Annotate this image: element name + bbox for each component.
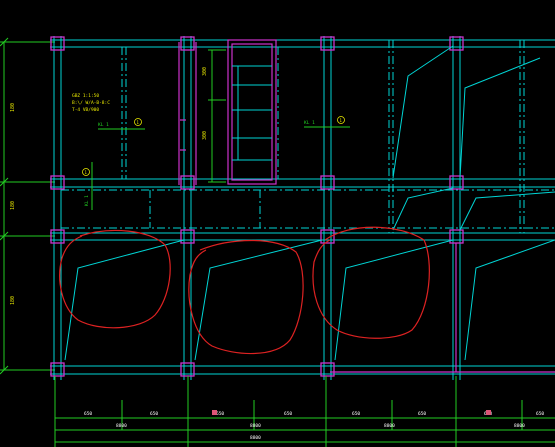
svg-text:650: 650 (216, 411, 224, 417)
column (50, 36, 65, 51)
svg-text:8800: 8800 (250, 423, 261, 429)
column (449, 229, 464, 244)
beam-note: B:\/ W/A-B-8:C (72, 100, 110, 106)
stair-dim-label: 300 (202, 131, 208, 140)
annotations: GBZ 1:1:50 B:\/ W/A-B-8:C T-4 VB/900 KL … (72, 93, 350, 210)
column (180, 36, 195, 51)
markup-circle (312, 226, 430, 339)
svg-text:1: 1 (137, 120, 140, 125)
svg-text:650: 650 (150, 411, 158, 417)
stair-dim (208, 49, 226, 183)
svg-text:650: 650 (352, 411, 360, 417)
structural-grid (50, 36, 555, 380)
column (320, 36, 335, 51)
bottom-dimension-chain (54, 376, 555, 447)
svg-text:8800: 8800 (384, 423, 395, 429)
svg-text:8800: 8800 (514, 423, 525, 429)
svg-text:650: 650 (536, 411, 544, 417)
stair-treads (232, 65, 272, 161)
beam-tag: KL 1 (98, 122, 109, 128)
svg-text:8800: 8800 (250, 435, 261, 441)
left-dim-label: 180 (10, 103, 16, 112)
left-dim-label: 180 (10, 296, 16, 305)
svg-text:650: 650 (284, 411, 292, 417)
bottom-dim-labels: 650 650 650 650 650 650 650 650 8800 880… (84, 411, 544, 441)
left-dimension-chain (0, 37, 55, 375)
slab-lines (64, 45, 555, 361)
review-markup (59, 226, 430, 355)
svg-text:650: 650 (84, 411, 92, 417)
cad-drawing-canvas[interactable]: 180 180 180 300 300 GBZ 1:1:50 B:\/ W/A-… (0, 0, 555, 447)
beam-note: T-4 VB/900 (72, 107, 99, 113)
svg-text:1: 1 (340, 118, 343, 123)
column (180, 229, 195, 244)
secondary-beams-dashed (61, 40, 555, 233)
svg-text:1: 1 (85, 170, 88, 175)
left-dim-label: 180 (10, 201, 16, 210)
column (449, 36, 464, 51)
svg-text:8800: 8800 (116, 423, 127, 429)
beam-note: GBZ 1:1:50 (72, 93, 99, 99)
stair-core (178, 39, 277, 185)
columns (50, 36, 464, 377)
svg-text:650: 650 (418, 411, 426, 417)
stair-dim-label: 300 (202, 67, 208, 76)
beam-tag: KL 1 (84, 195, 90, 206)
beam-tag: KL 1 (304, 120, 315, 126)
boundary-lines (330, 243, 555, 373)
markup-circle (188, 239, 304, 355)
